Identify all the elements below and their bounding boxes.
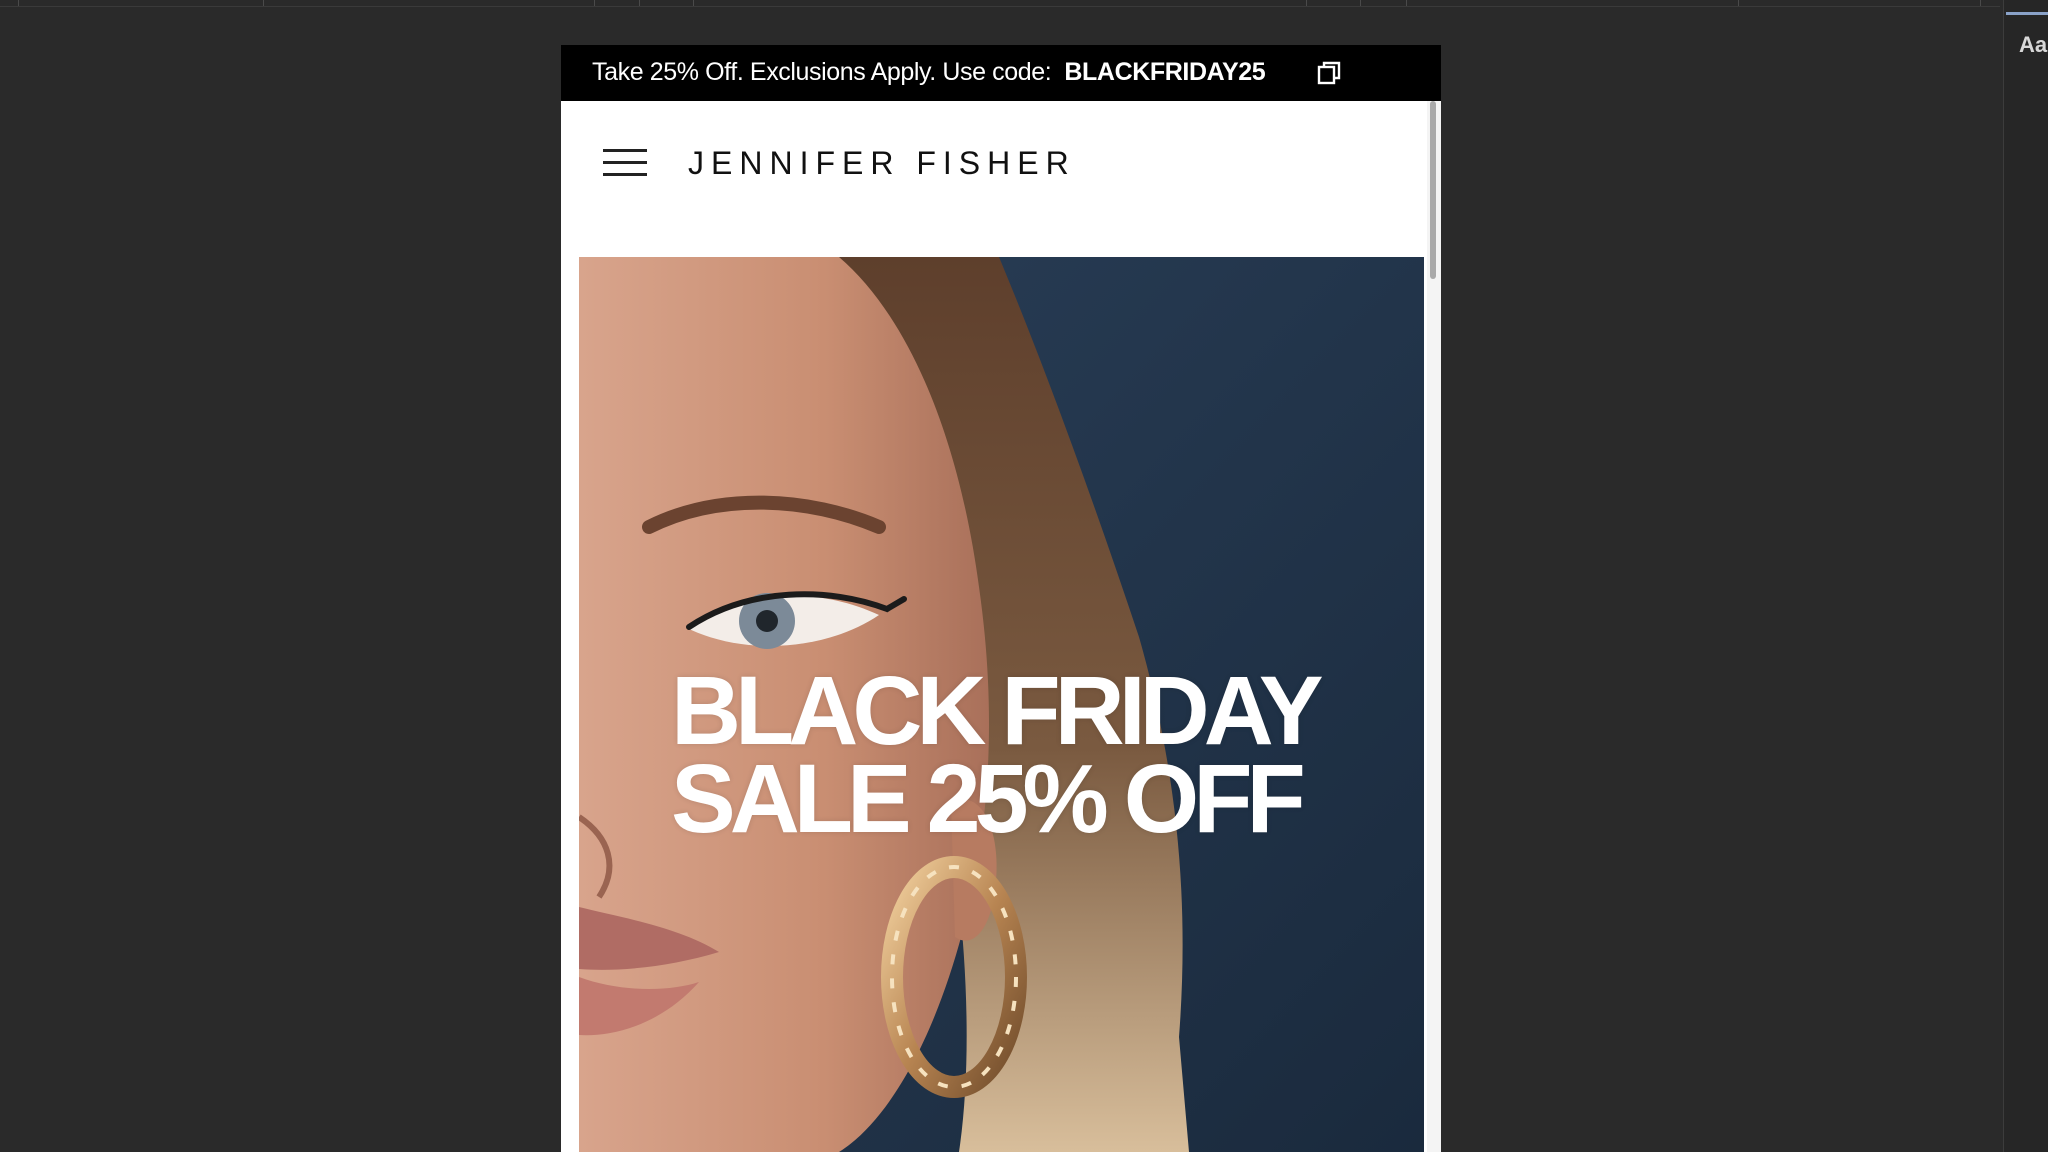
promo-message: Take 25% Off. Exclusions Apply. Use code… bbox=[592, 58, 1052, 86]
hero-headline-line-1: BLACK FRIDAY bbox=[671, 656, 1324, 765]
promo-code[interactable]: BLACKFRIDAY25 bbox=[1064, 58, 1265, 86]
hero-headline: BLACK FRIDAY SALE 25% OFF bbox=[671, 656, 1391, 853]
site-header: JENNIFER FISHER bbox=[561, 101, 1427, 201]
devtools-side-panel: Aa bbox=[2003, 0, 2048, 1152]
devtools-active-tab-indicator[interactable] bbox=[2006, 12, 2048, 15]
mobile-viewport: Take 25% Off. Exclusions Apply. Use code… bbox=[561, 45, 1441, 1152]
devtools-ruler bbox=[0, 0, 2000, 7]
scrollbar-thumb[interactable] bbox=[1430, 101, 1436, 279]
font-settings-label[interactable]: Aa bbox=[2019, 32, 2047, 58]
hero-banner[interactable]: BLACK FRIDAY SALE 25% OFF bbox=[579, 257, 1424, 1152]
hero-headline-line-2: SALE 25% OFF bbox=[671, 744, 1306, 853]
promo-text: Take 25% Off. Exclusions Apply. Use code… bbox=[592, 58, 1266, 87]
viewport-scrollbar[interactable] bbox=[1427, 101, 1441, 1152]
hamburger-menu-icon[interactable] bbox=[603, 146, 647, 178]
copy-icon[interactable] bbox=[1316, 60, 1342, 86]
brand-logo[interactable]: JENNIFER FISHER bbox=[688, 145, 1076, 182]
promo-banner: Take 25% Off. Exclusions Apply. Use code… bbox=[561, 45, 1441, 101]
